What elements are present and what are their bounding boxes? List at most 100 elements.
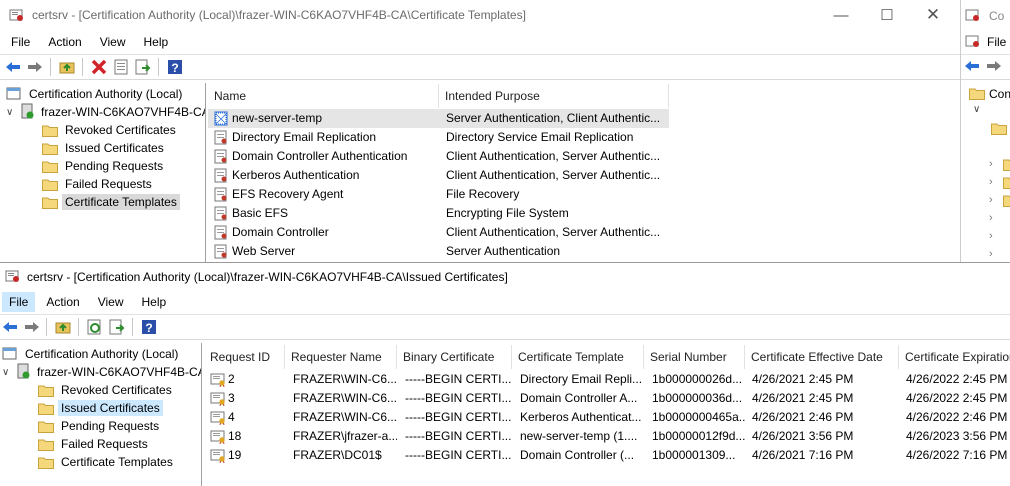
tree-root[interactable]: Certification Authority (Local) [6, 85, 185, 103]
tree-item-templates[interactable]: Certificate Templates [42, 193, 180, 211]
forward-arrow-icon[interactable] [26, 58, 44, 76]
chevron-down-icon[interactable]: ∨ [2, 367, 14, 378]
certificate-icon [210, 448, 226, 466]
template-intended-purpose: Client Authentication, Server Authentic.… [446, 225, 661, 239]
help-icon[interactable]: ? [140, 318, 158, 336]
column-header-intended-purpose[interactable]: Intended Purpose [439, 84, 669, 108]
background-window[interactable]: Co File Cons ∨ › › › › › › [960, 0, 1010, 262]
chevron-right-icon[interactable]: › [989, 194, 993, 206]
background-tree-root[interactable]: Cons [989, 87, 1010, 101]
folder-icon [1003, 158, 1010, 174]
back-arrow-icon[interactable] [1, 318, 19, 336]
certificate-expiration: 4/26/2022 2:45 PM [906, 372, 1008, 386]
chevron-right-icon[interactable]: › [989, 230, 993, 242]
column-header-expiration[interactable]: Certificate Expiration [899, 345, 1010, 369]
template-row[interactable]: Directory Email Replication Directory Ser… [208, 128, 960, 147]
certificate-template-icon [214, 130, 228, 148]
top-title-bar[interactable]: certsrv - [Certification Authority (Loca… [0, 0, 960, 30]
certificate-template-icon [214, 206, 228, 224]
tree-item-revoked[interactable]: Revoked Certificates [38, 381, 175, 399]
close-button[interactable]: ✕ [910, 0, 956, 30]
template-row[interactable]: Web Server Server Authentication [208, 242, 960, 261]
column-header-effective-date[interactable]: Certificate Effective Date [745, 345, 899, 369]
up-folder-icon[interactable] [58, 58, 76, 76]
column-header-request-id[interactable]: Request ID [204, 345, 285, 369]
template-row[interactable]: Domain Controller Client Authentication, … [208, 223, 960, 242]
chevron-right-icon[interactable]: › [989, 212, 993, 224]
chevron-down-icon[interactable]: ∨ [6, 107, 18, 118]
column-header-name[interactable]: Name [208, 84, 439, 108]
chevron-right-icon[interactable]: › [989, 176, 993, 188]
bottom-title-bar[interactable]: certsrv - [Certification Authority (Loca… [0, 263, 1010, 291]
menu-view[interactable]: View [93, 32, 133, 52]
tree-ca-node[interactable]: ∨ frazer-WIN-C6KAO7VHF4B-CA [2, 363, 201, 381]
tree-item-issued[interactable]: Issued Certificates [38, 399, 163, 417]
chevron-right-icon[interactable]: › [989, 248, 993, 260]
column-header-certificate-template[interactable]: Certificate Template [512, 345, 644, 369]
tree-item-revoked[interactable]: Revoked Certificates [42, 121, 179, 139]
help-icon[interactable]: ? [166, 58, 184, 76]
folder-icon [969, 87, 985, 103]
background-window-title: Co [989, 9, 1005, 23]
binary-certificate: -----BEGIN CERTI... [405, 391, 512, 405]
back-arrow-icon[interactable] [4, 58, 22, 76]
template-intended-purpose: Client Authentication, Server Authentic.… [446, 149, 661, 163]
certificate-icon [210, 410, 226, 428]
issued-certificate-row[interactable]: 18 FRAZER\jfrazer-a... -----BEGIN CERTI...… [204, 427, 1010, 446]
refresh-icon[interactable] [86, 318, 104, 336]
template-row[interactable]: Kerberos Authentication Client Authentica… [208, 166, 960, 185]
tree-root[interactable]: Certification Authority (Local) [2, 345, 181, 363]
template-row[interactable]: Domain Controller Authentication Client A… [208, 147, 960, 166]
export-list-icon[interactable] [108, 318, 126, 336]
maximize-button[interactable]: ☐ [864, 0, 910, 30]
back-arrow-icon[interactable] [964, 60, 980, 75]
tree-item-pending[interactable]: Pending Requests [42, 157, 166, 175]
menu-view[interactable]: View [91, 292, 131, 312]
delete-icon[interactable] [90, 58, 108, 76]
template-intended-purpose: Client Authentication, Server Authentic.… [446, 168, 661, 182]
background-menu-file[interactable]: File [987, 35, 1006, 49]
tree-item-failed[interactable]: Failed Requests [38, 435, 151, 453]
minimize-button[interactable]: — [818, 0, 864, 30]
binary-certificate: -----BEGIN CERTI... [405, 429, 512, 443]
window-title: certsrv - [Certification Authority (Loca… [32, 8, 526, 22]
requester-name: FRAZER\jfrazer-a... [293, 429, 397, 443]
certificate-expiration: 4/26/2022 2:45 PM [906, 391, 1008, 405]
menu-file[interactable]: File [2, 292, 36, 312]
template-row[interactable]: Basic EFS Encrypting File System [208, 204, 960, 223]
menu-file[interactable]: File [4, 32, 37, 52]
tree-ca-node[interactable]: ∨ frazer-WIN-C6KAO7VHF4B-CA [6, 103, 205, 121]
forward-arrow-icon[interactable] [986, 60, 1002, 75]
serial-number: 1b00000012f9d... [652, 429, 745, 443]
forward-arrow-icon[interactable] [23, 318, 41, 336]
column-header-serial-number[interactable]: Serial Number [644, 345, 745, 369]
column-header-requester-name[interactable]: Requester Name [285, 345, 397, 369]
tree-item-failed[interactable]: Failed Requests [42, 175, 155, 193]
folder-icon [38, 420, 54, 433]
menu-help[interactable]: Help [137, 32, 176, 52]
export-list-icon[interactable] [134, 58, 152, 76]
tree-item-templates[interactable]: Certificate Templates [38, 453, 176, 471]
menu-action[interactable]: Action [39, 292, 86, 312]
up-folder-icon[interactable] [54, 318, 72, 336]
menu-action[interactable]: Action [41, 32, 88, 52]
issued-certificate-row[interactable]: 2 FRAZER\WIN-C6... -----BEGIN CERTI... Dire… [204, 370, 1010, 389]
issued-certificate-row[interactable]: 4 FRAZER\WIN-C6... -----BEGIN CERTI... Kerb… [204, 408, 1010, 427]
tree-item-issued[interactable]: Issued Certificates [42, 139, 167, 157]
template-row[interactable]: new-server-temp Server Authentication, Cl… [208, 109, 669, 128]
bottom-menu-bar: File Action View Help [0, 291, 1010, 313]
serial-number: 1b000001309... [652, 448, 736, 462]
issued-certificate-row[interactable]: 19 FRAZER\DC01$ -----BEGIN CERTI... Domain … [204, 446, 1010, 465]
template-row[interactable]: EFS Recovery Agent File Recovery [208, 185, 960, 204]
column-header-binary-certificate[interactable]: Binary Certificate [397, 345, 512, 369]
certificate-effective-date: 4/26/2021 7:16 PM [752, 448, 854, 462]
folder-icon [42, 178, 58, 191]
properties-icon[interactable] [112, 58, 130, 76]
issued-certificate-row[interactable]: 3 FRAZER\WIN-C6... -----BEGIN CERTI... Doma… [204, 389, 1010, 408]
menu-help[interactable]: Help [135, 292, 174, 312]
chevron-right-icon[interactable]: › [989, 158, 993, 170]
certsrv-app-icon [9, 8, 25, 22]
templates-list: Name Intended Purpose new-server-temp Ser… [208, 84, 960, 262]
chevron-down-icon[interactable]: ∨ [973, 104, 980, 115]
tree-item-pending[interactable]: Pending Requests [38, 417, 162, 435]
